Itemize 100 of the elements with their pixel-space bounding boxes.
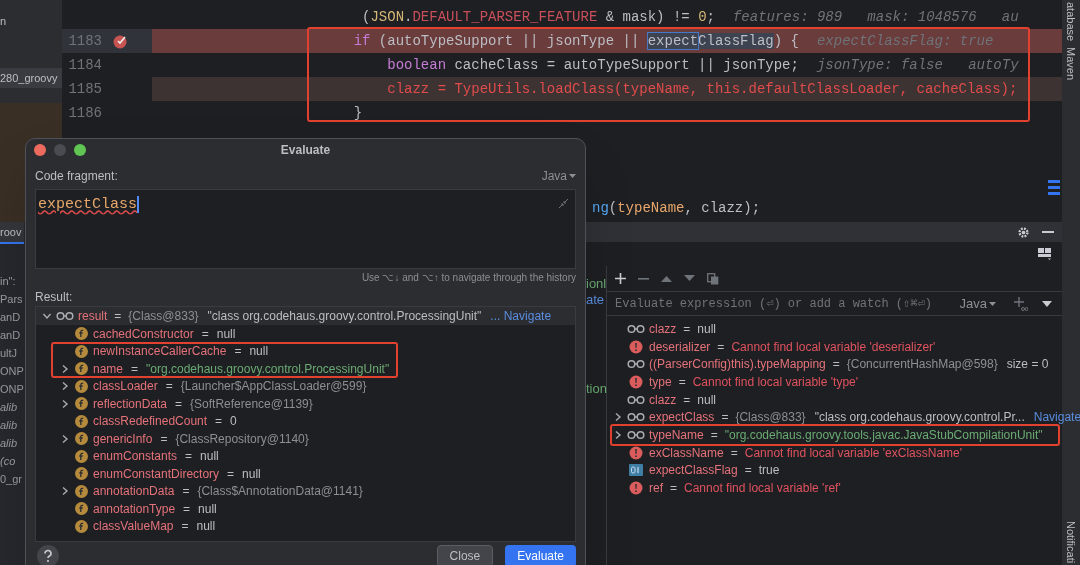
move-up-icon[interactable] (661, 275, 672, 282)
variable-value: = (201, 325, 209, 343)
variable-value: null (697, 392, 717, 407)
variable-value: {SoftReference@1139} (190, 395, 313, 413)
variable-name: annotationType (93, 500, 176, 518)
layout-icon[interactable] (1038, 248, 1052, 260)
expand-chevron-icon[interactable] (60, 486, 70, 497)
variable-value: 0 (230, 413, 237, 431)
field-icon (75, 414, 88, 428)
language-dropdown[interactable]: Java (541, 167, 567, 185)
settings-icon[interactable] (1017, 225, 1030, 239)
variable-name: cachedConstructor (93, 325, 194, 343)
field-icon (75, 519, 88, 533)
variable-value: Cannot find local variable 'exClassName' (744, 445, 963, 460)
line-number: 1183 (67, 31, 102, 51)
tool-window-tab[interactable]: Maven (1062, 47, 1080, 81)
line-number: 1186 (67, 103, 102, 123)
variable-value: = (114, 308, 122, 325)
expand-chevron-icon[interactable] (613, 412, 623, 423)
language-dropdown[interactable]: Java (959, 293, 987, 314)
field-icon (75, 397, 88, 411)
field-icon (75, 344, 88, 358)
variable-fragment: ate (586, 291, 605, 309)
line-number: 1185 (67, 79, 102, 99)
variable-value: = (131, 360, 139, 378)
project-tree-item[interactable]: n (0, 11, 62, 31)
variable-name: newInstanceCallerCache (93, 343, 227, 361)
variable-name: clazz (649, 392, 677, 407)
variable-value: {Class@833} (128, 308, 199, 325)
code-line: (JSON.DEFAULT_PARSER_FEATURE & mask) != 0; (362, 7, 715, 27)
inline-value-hint: expectClassFlag: true (816, 31, 994, 51)
close-window-icon[interactable] (34, 144, 46, 156)
variable-value: = (683, 321, 691, 336)
variable-value: = (721, 410, 729, 425)
expand-chevron-icon[interactable] (60, 433, 70, 444)
field-icon (75, 379, 88, 393)
zoom-window-icon[interactable] (74, 144, 86, 156)
variable-name: name (93, 360, 124, 378)
add-icon[interactable] (615, 273, 626, 284)
expand-chevron-icon[interactable] (60, 363, 70, 374)
variable-value: = (227, 465, 235, 483)
variable-value: = (710, 427, 718, 442)
navigate-link[interactable]: Navigate (1033, 410, 1080, 425)
remove-icon[interactable] (638, 277, 649, 280)
collapse-icon[interactable] (558, 198, 569, 209)
evaluate-button[interactable]: Evaluate (505, 545, 576, 565)
variable-value: "org.codehaus.groovy.control.ProcessingUnit" (146, 360, 390, 378)
navigate-link[interactable]: ... Navigate (490, 307, 552, 325)
dropdown-caret-icon[interactable] (989, 301, 996, 306)
code-line: ng(typeName, clazz); (592, 199, 761, 218)
expand-chevron-icon[interactable] (613, 429, 623, 440)
variable-value: = (832, 357, 840, 372)
variable-value: = (181, 518, 189, 536)
expand-chevron-icon[interactable] (60, 398, 70, 409)
tool-window-tab[interactable]: atabase (1062, 2, 1080, 42)
inline-value-hint: features: 989 mask: 1048576 au (732, 7, 1019, 27)
project-tree-item[interactable]: 280_groovy (0, 68, 62, 88)
tool-window-tab[interactable]: Notificati (1062, 520, 1080, 563)
variable-name: classValueMap (93, 518, 174, 536)
field-icon (75, 327, 88, 341)
field-icon (75, 467, 88, 481)
variable-value: = (185, 448, 193, 466)
watch-expression-field[interactable]: Evaluate expression (⏎) or add a watch (⇧⌘⏎) (615, 294, 960, 313)
dropdown-caret-icon[interactable] (569, 174, 576, 178)
result-label: Result: (35, 289, 74, 306)
copy-icon[interactable] (707, 272, 719, 285)
variable-name: ((ParserConfig)this).typeMapping (649, 357, 826, 372)
variable-name: classRedefinedCount (93, 413, 208, 431)
variable-value: = (234, 343, 242, 361)
variable-name: classLoader (93, 378, 158, 396)
history-hint: Use ⌥↓ and ⌥↑ to navigate through the history (361, 271, 576, 285)
code-fragment-field[interactable]: expectClass (35, 189, 576, 269)
code-line: boolean cacheClass = autoTypeSupport || jsonType; (387, 55, 799, 75)
variable-value: Cannot find local variable 'ref' (684, 481, 841, 496)
move-down-icon[interactable] (684, 275, 695, 282)
breakpoint-icon[interactable] (112, 33, 128, 49)
close-button[interactable]: Close (436, 545, 494, 565)
variable-value: {Class@833} (735, 410, 806, 425)
dropdown-icon[interactable] (1042, 300, 1052, 307)
code-line: } (353, 103, 363, 123)
help-icon[interactable] (37, 545, 59, 565)
variable-value: {Launcher$AppClassLoader@599} (180, 378, 367, 396)
variable-value: = (678, 374, 686, 389)
add-watch-icon[interactable] (1014, 296, 1028, 311)
expand-chevron-icon[interactable] (60, 381, 70, 392)
variable-name: expectClass (649, 410, 715, 425)
variable-value: size = 0 (1006, 357, 1049, 372)
frames-tab[interactable]: roov (0, 222, 24, 244)
variable-value: = (160, 430, 168, 448)
field-icon (75, 484, 88, 498)
collapse-chevron-icon[interactable] (42, 311, 52, 321)
variable-value: Cannot find local variable 'type' (692, 374, 859, 389)
variable-value: {Class$AnnotationData@1141} (197, 483, 363, 501)
variable-name: type (649, 374, 672, 389)
variable-fragment: tion (586, 380, 607, 398)
variable-value: null (242, 465, 261, 483)
variable-value: "class org.codehaus.groovy.control.ProcessingUnit" (207, 308, 482, 325)
variable-value: = (670, 481, 678, 496)
watch-icon (56, 311, 74, 321)
field-icon (75, 449, 88, 463)
